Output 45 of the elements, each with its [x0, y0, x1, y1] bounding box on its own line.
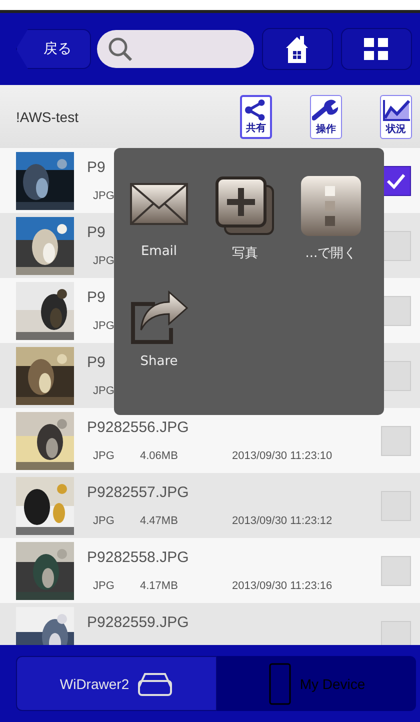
file-date: 2013/09/30 11:23:16 [232, 580, 332, 592]
file-type: JPG [93, 384, 116, 398]
file-date: 2013/09/30 11:23:10 [232, 450, 332, 462]
open-menu-item[interactable]: ...で開く [288, 174, 374, 262]
home-icon [284, 34, 310, 64]
check-icon [386, 172, 406, 188]
file-type: JPG [93, 580, 116, 592]
photo-menu-item[interactable]: 写真 [202, 174, 288, 262]
grid-icon [363, 36, 390, 62]
chart-action-button[interactable]: 状況 [380, 94, 412, 138]
share-action-button[interactable]: 共有 [240, 94, 272, 138]
home-button[interactable] [262, 28, 333, 70]
chart-icon [382, 98, 410, 122]
file-size: 4.06MB [140, 450, 179, 462]
drive-icon [137, 670, 174, 696]
file-name: P9282559.JPG [87, 614, 189, 630]
grid-view-button[interactable] [340, 28, 412, 70]
file-name: P9282557.JPG [87, 484, 189, 500]
phone-icon [268, 662, 292, 706]
email-menu-item[interactable]: Email [116, 174, 202, 262]
open-icon [299, 174, 363, 238]
file-name: P9 [87, 288, 106, 306]
tool-icon [312, 98, 340, 122]
checkbox[interactable] [381, 166, 411, 196]
file-type: JPG [93, 514, 116, 528]
file-name: P9 [87, 158, 106, 176]
file-type: JPG [93, 254, 116, 268]
back-button[interactable]: 戻る [16, 29, 92, 69]
drive-tab[interactable]: WiDrawer2 [16, 656, 217, 711]
file-date: 2013/09/30 11:23:12 [232, 514, 332, 528]
file-type: JPG [93, 190, 116, 202]
file-name: P9282556.JPG [87, 418, 189, 436]
file-size: 4.17MB [140, 580, 179, 592]
file-type: JPG [93, 320, 116, 332]
file-name: P9 [87, 224, 106, 240]
file-name: P9282558.JPG [87, 548, 189, 566]
file-size: 4.47MB [140, 514, 179, 528]
folder-name: !AWS-test [16, 108, 80, 124]
search-field[interactable] [97, 30, 254, 68]
file-name: P9 [87, 354, 106, 370]
share-menu-item[interactable]: Share [116, 284, 202, 369]
tool-action-button[interactable]: 操作 [310, 94, 342, 138]
search-icon [107, 36, 134, 62]
file-type: JPG [93, 450, 116, 462]
photo-icon [213, 174, 277, 238]
